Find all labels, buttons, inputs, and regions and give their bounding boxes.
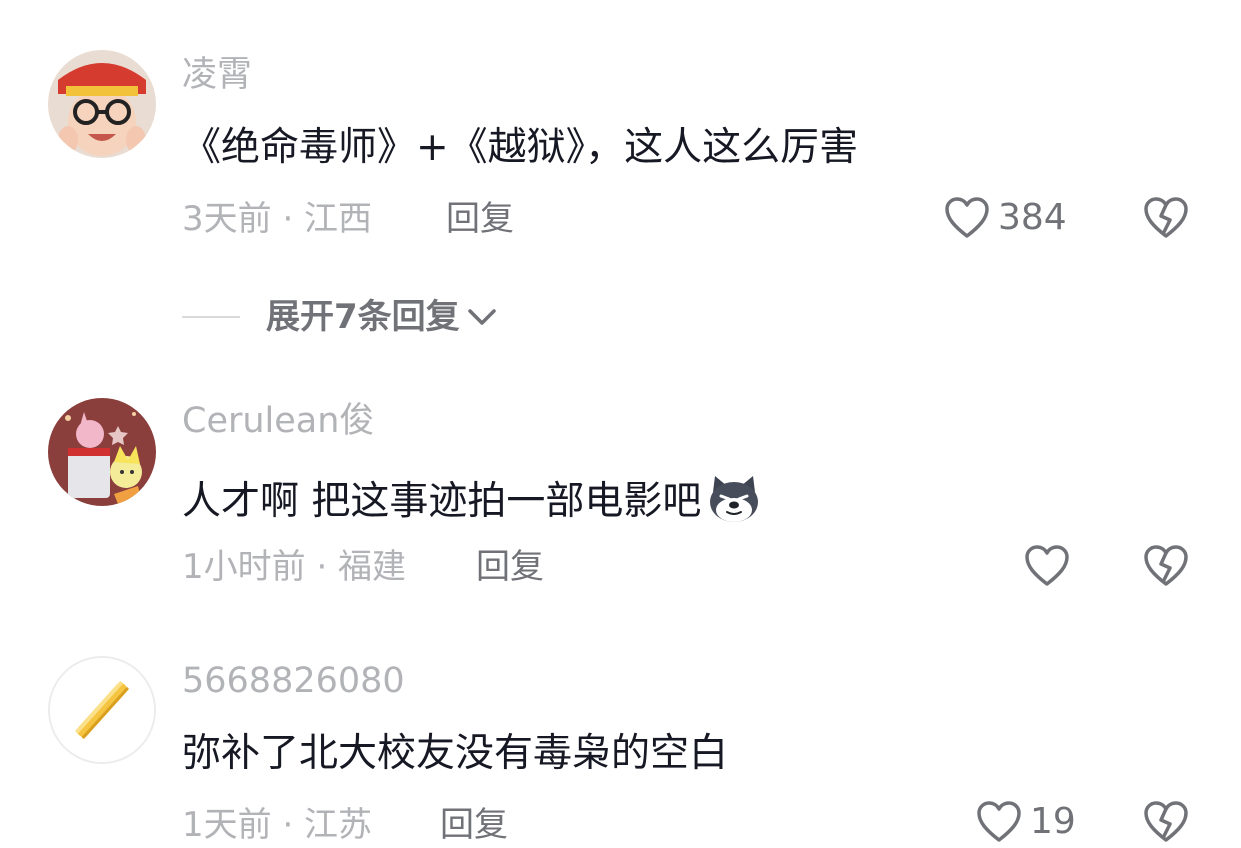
comment-text: 人才啊 把这事迹拍一部电影吧	[182, 479, 702, 524]
like-button[interactable]: 384	[944, 196, 1067, 240]
username[interactable]: 凌霄	[182, 58, 252, 93]
heart-icon	[1025, 545, 1069, 586]
comment-text-row: 人才啊 把这事迹拍一部电影吧	[182, 474, 763, 531]
avatar-image	[50, 658, 154, 762]
avatar-image	[48, 50, 156, 158]
chevron-down-icon	[467, 309, 496, 325]
reply-button[interactable]: 回复	[476, 550, 544, 584]
comment-meta: 1小时前 · 福建	[182, 547, 407, 587]
dislike-button[interactable]	[1143, 800, 1189, 848]
like-count: 19	[1030, 801, 1076, 842]
like-count: 384	[998, 197, 1067, 238]
comment-text: 弥补了北大校友没有毒枭的空白	[182, 731, 729, 776]
dislike-button[interactable]	[1143, 544, 1189, 592]
broken-heart-icon	[1144, 545, 1188, 586]
reply-button[interactable]: 回复	[440, 808, 508, 842]
heart-icon	[977, 801, 1021, 842]
reply-button[interactable]: 回复	[446, 202, 514, 236]
broken-heart-icon	[1144, 801, 1188, 842]
username[interactable]: 5668826080	[182, 664, 405, 699]
avatar[interactable]	[48, 656, 156, 764]
like-button[interactable]	[1024, 544, 1070, 588]
like-button[interactable]: 19	[976, 800, 1076, 844]
heart-icon	[945, 197, 989, 238]
expand-divider	[182, 316, 240, 318]
comment-text: 《绝命毒师》+《越狱》，这人这么厉害	[182, 125, 859, 170]
username[interactable]: Cerulean俊	[182, 404, 374, 439]
dislike-button[interactable]	[1143, 196, 1189, 244]
expand-replies-label: 展开7条回复	[266, 297, 460, 337]
expand-replies-button[interactable]: 展开7条回复	[182, 300, 498, 334]
avatar[interactable]	[48, 398, 156, 506]
comment-meta: 3天前 · 江西	[182, 199, 373, 239]
broken-heart-icon	[1144, 197, 1188, 238]
comment-meta: 1天前 · 江苏	[182, 805, 373, 845]
avatar[interactable]	[48, 50, 156, 158]
husky-emoji-icon	[705, 474, 763, 531]
avatar-image	[48, 398, 156, 506]
